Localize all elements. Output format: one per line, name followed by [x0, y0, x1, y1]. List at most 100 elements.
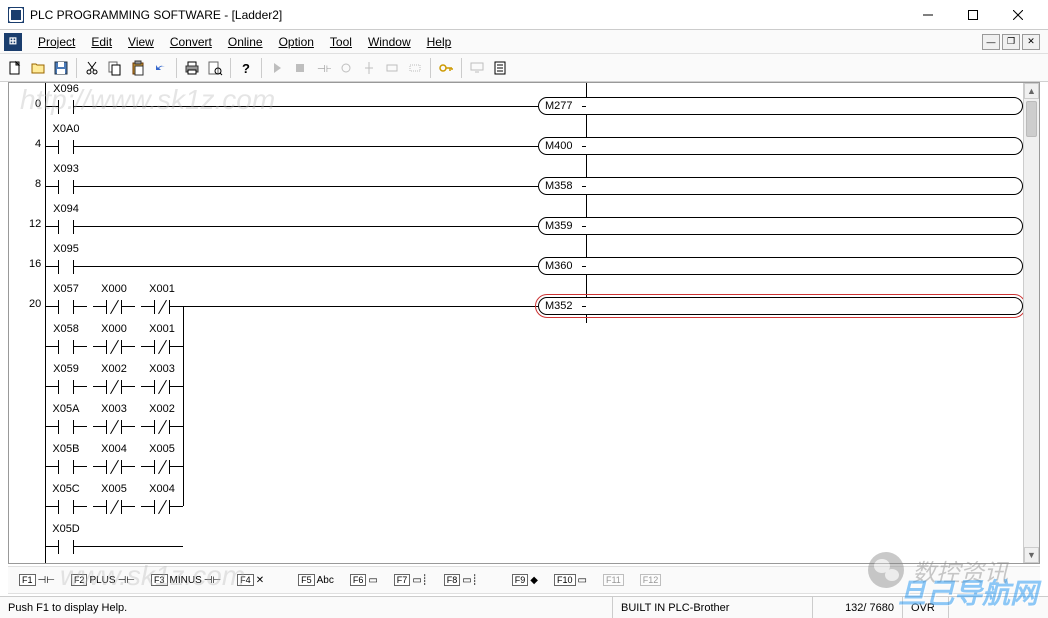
menu-help[interactable]: Help [419, 33, 460, 51]
scroll-up-button[interactable]: ▲ [1024, 83, 1039, 99]
f9-button[interactable]: F9◆ [507, 571, 543, 589]
hrule-tool-button[interactable] [381, 57, 403, 79]
contact-X059[interactable]: X059 [45, 366, 87, 401]
coil-M352[interactable]: M352 [538, 297, 1023, 315]
contact-tool-button[interactable]: ⊣⊢ [312, 57, 334, 79]
scroll-down-button[interactable]: ▼ [1024, 547, 1039, 563]
rung-8[interactable]: 8X093M358 [9, 163, 1023, 203]
coil-M400[interactable]: M400 [538, 137, 1023, 155]
contact-X004[interactable]: X004 [141, 486, 183, 521]
key-button[interactable] [435, 57, 457, 79]
rung-wire [582, 226, 586, 227]
rung-20[interactable]: 20X057X000X001M352X058X000X001X059X002X0… [9, 283, 1023, 563]
rung-wire [582, 266, 586, 267]
stop-button[interactable] [289, 57, 311, 79]
delete-tool-button[interactable] [404, 57, 426, 79]
close-button[interactable] [995, 1, 1040, 29]
mdi-restore-button[interactable]: ❐ [1002, 34, 1020, 50]
contact-X093[interactable]: X093 [45, 166, 87, 201]
menu-online[interactable]: Online [220, 33, 271, 51]
f7-button[interactable]: F7▭┊ [389, 571, 433, 589]
mdi-minimize-button[interactable]: — [982, 34, 1000, 50]
minimize-button[interactable] [905, 1, 950, 29]
coil-M359[interactable]: M359 [538, 217, 1023, 235]
cut-button[interactable] [81, 57, 103, 79]
f8-button[interactable]: F8▭┊ [439, 571, 483, 589]
vertical-scrollbar[interactable]: ▲ ▼ [1023, 83, 1039, 563]
contact-label: X000 [93, 283, 135, 295]
monitor-button[interactable] [466, 57, 488, 79]
contact-X002[interactable]: X002 [141, 406, 183, 441]
contact-X0A0[interactable]: X0A0 [45, 126, 87, 161]
contact-label: X0A0 [45, 123, 87, 135]
f4-button[interactable]: F4✕ [232, 571, 269, 589]
print-button[interactable] [181, 57, 203, 79]
rung-12[interactable]: 12X094M359 [9, 203, 1023, 243]
f11-button[interactable]: F11 [598, 571, 629, 589]
f5-button[interactable]: F5Abc [293, 571, 339, 589]
contact-X057[interactable]: X057 [45, 286, 87, 321]
window-titlebar: PLC PROGRAMMING SOFTWARE - [Ladder2] [0, 0, 1048, 30]
copy-button[interactable] [104, 57, 126, 79]
new-file-button[interactable] [4, 57, 26, 79]
coil-M360[interactable]: M360 [538, 257, 1023, 275]
paste-button[interactable] [127, 57, 149, 79]
list-button[interactable] [489, 57, 511, 79]
contact-X096[interactable]: X096 [45, 86, 87, 121]
rung-wire [87, 186, 538, 187]
menu-tool[interactable]: Tool [322, 33, 360, 51]
menu-view[interactable]: View [120, 33, 162, 51]
open-file-button[interactable] [27, 57, 49, 79]
menu-option[interactable]: Option [271, 33, 322, 51]
contact-X003[interactable]: X003 [141, 366, 183, 401]
contact-X058[interactable]: X058 [45, 326, 87, 361]
coil-M358[interactable]: M358 [538, 177, 1023, 195]
contact-X005[interactable]: X005 [141, 446, 183, 481]
vrule-tool-button[interactable] [358, 57, 380, 79]
menu-edit[interactable]: Edit [83, 33, 120, 51]
ladder-editor[interactable]: 0X096M2774X0A0M4008X093M35812X094M35916X… [8, 82, 1040, 564]
f6-button[interactable]: F6▭ [345, 571, 383, 589]
rung-16[interactable]: 16X095M360 [9, 243, 1023, 283]
help-button[interactable]: ? [235, 57, 257, 79]
contact-X095[interactable]: X095 [45, 246, 87, 281]
main-toolbar: ? ⊣⊢ [0, 54, 1048, 82]
contact-X001[interactable]: X001 [141, 286, 183, 321]
f12-button[interactable]: F12 [635, 571, 667, 589]
f2-button[interactable]: F2PLUS⊣⊢ [66, 571, 140, 589]
svg-text:⊣⊢: ⊣⊢ [317, 64, 331, 75]
contact-X05A[interactable]: X05A [45, 406, 87, 441]
undo-button[interactable] [150, 57, 172, 79]
contact-X001[interactable]: X001 [141, 326, 183, 361]
contact-X05B[interactable]: X05B [45, 446, 87, 481]
menu-project[interactable]: Project [30, 33, 83, 51]
menu-convert[interactable]: Convert [162, 33, 220, 51]
window-title: PLC PROGRAMMING SOFTWARE - [Ladder2] [30, 8, 905, 22]
save-button[interactable] [50, 57, 72, 79]
contact-X000[interactable]: X000 [93, 326, 135, 361]
contact-X05D[interactable]: X05D [45, 526, 87, 561]
f3-button[interactable]: F3MINUS⊣⊢ [146, 571, 226, 589]
contact-X003[interactable]: X003 [93, 406, 135, 441]
coil-M277[interactable]: M277 [538, 97, 1023, 115]
coil-tool-button[interactable] [335, 57, 357, 79]
contact-X05C[interactable]: X05C [45, 486, 87, 521]
menu-window[interactable]: Window [360, 33, 419, 51]
rung-number: 20 [29, 298, 41, 310]
mdi-close-button[interactable]: ✕ [1022, 34, 1040, 50]
contact-X004[interactable]: X004 [93, 446, 135, 481]
f10-button[interactable]: F10▭ [549, 571, 592, 589]
maximize-button[interactable] [950, 1, 995, 29]
rung-wire [87, 106, 538, 107]
rung-4[interactable]: 4X0A0M400 [9, 123, 1023, 163]
contact-X094[interactable]: X094 [45, 206, 87, 241]
run-button[interactable] [266, 57, 288, 79]
print-preview-button[interactable] [204, 57, 226, 79]
rung-0[interactable]: 0X096M277 [9, 83, 1023, 123]
contact-X000[interactable]: X000 [93, 286, 135, 321]
f1-button[interactable]: F1⊣⊢ [14, 571, 60, 589]
scroll-thumb[interactable] [1026, 101, 1037, 137]
contact-X005[interactable]: X005 [93, 486, 135, 521]
ladder-content: 0X096M2774X0A0M4008X093M35812X094M35916X… [9, 83, 1023, 563]
contact-X002[interactable]: X002 [93, 366, 135, 401]
